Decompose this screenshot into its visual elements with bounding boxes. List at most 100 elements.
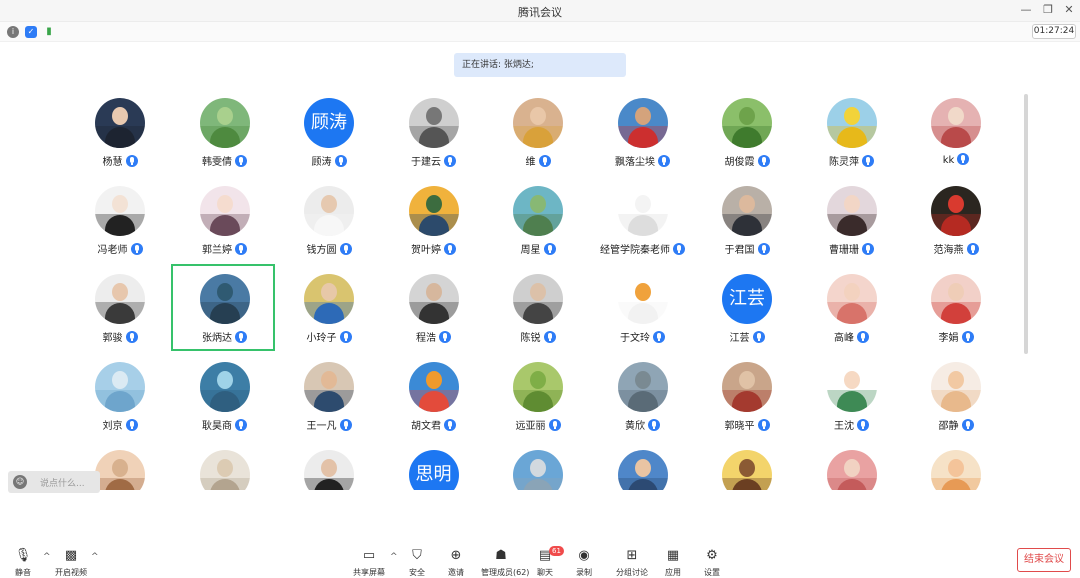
participant-name: 郭骏 [68,329,172,344]
avatar [826,186,877,236]
participant-tile[interactable]: 经管学院秦老师 [591,178,695,265]
participant-tile[interactable]: 陈灵萍 [800,90,904,177]
participant-tile[interactable]: 江芸 江芸 [695,266,799,353]
security-label: 安全 [409,568,425,577]
security-button[interactable]: ⛉ 安全 [397,548,437,577]
record-button[interactable]: ◉ 录制 [564,548,604,577]
participant-tile[interactable]: 陈锐 [486,266,590,353]
participant-tile[interactable]: 杨慧 [68,90,172,177]
participant-name-text: 邵静 [938,421,959,432]
participant-tile[interactable]: 顾涛 顾涛 [277,90,381,177]
participant-name: 杨慧 [68,153,172,168]
avatar [95,362,145,412]
participant-tile[interactable] [277,442,381,490]
participant-name-text: 王沈 [834,421,854,432]
end-meeting-button[interactable]: 结束会议 [1017,548,1071,572]
participant-tile[interactable]: 飘落尘埃 [591,90,695,177]
participant-tile[interactable]: 胡俊霞 [695,90,799,177]
participant-tile[interactable]: 郭骏 [68,266,172,353]
participant-tile[interactable]: 程浩 [382,266,486,353]
meeting-timer: 01:27:24 [1032,24,1076,39]
participant-tile[interactable] [695,442,799,490]
participant-tile[interactable]: 钱方圆 [277,178,381,265]
breakout-button[interactable]: ⊞ 分组讨论 [612,548,652,577]
security-shield-icon: ⛉ [412,548,422,563]
members-button[interactable]: ☗ 管理成员(62) [481,548,529,577]
participant-tile[interactable]: 远亚丽 [486,354,590,441]
share-screen-button[interactable]: ▭ 共享屏幕 [349,548,389,577]
chat-quick-input[interactable]: ☺ 说点什么... [8,471,100,493]
participant-tile[interactable]: 于建云 [382,90,486,177]
participant-tile[interactable]: 郭兰婷 [173,178,277,265]
microphone-icon [957,153,970,165]
participant-tile[interactable]: 小玲子 [277,266,381,353]
participant-tile[interactable]: 邵静 [904,354,1008,441]
mute-button[interactable]: 🎙 静音 [3,548,43,577]
apps-button[interactable]: ▦ 应用 [653,548,693,577]
participant-tile[interactable]: 李娟 [904,266,1008,353]
grid-scrollbar[interactable] [1024,94,1028,354]
avatar [513,274,563,324]
participant-tile[interactable] [173,442,277,490]
avatar [826,274,877,324]
participant-tile[interactable]: 贺叶婷 [382,178,486,265]
participant-tile[interactable]: 胡文君 [382,354,486,441]
camera-off-icon: ▩ [64,548,78,563]
video-chevron-icon[interactable]: ^ [91,552,99,562]
participant-name: 程浩 [382,329,486,344]
avatar [826,450,877,490]
participant-tile[interactable]: 耿昊商 [173,354,277,441]
participant-tile[interactable]: 郭晓平 [695,354,799,441]
participant-name: 王一凡 [277,417,381,432]
mute-chevron-icon[interactable]: ^ [43,552,51,562]
microphone-icon [235,155,247,167]
avatar: 江芸 [722,274,772,324]
participant-name-text: 曹珊珊 [829,245,859,256]
settings-button[interactable]: ⚙ 设置 [692,548,732,577]
participant-tile[interactable]: 于文玲 [591,266,695,353]
participant-name: 贺叶婷 [382,241,486,256]
microphone-icon [648,419,660,431]
participant-tile[interactable]: 韩雯倩 [173,90,277,177]
participant-name-text: 范海燕 [933,245,964,256]
invite-label: 邀请 [448,568,464,577]
participant-tile[interactable]: 范海燕 [904,178,1008,265]
participant-tile[interactable]: 思明思明 [382,442,486,490]
signal-icon[interactable]: ▮ [43,26,55,38]
video-button[interactable]: ▩ 开启视频 [51,548,91,577]
invite-button[interactable]: ⊕ 邀请 [436,548,476,577]
participant-tile[interactable]: 维 [486,90,590,177]
participant-tile[interactable]: 曹珊珊 [800,178,904,265]
participant-tile[interactable]: 周星 [486,178,590,265]
restore-icon[interactable]: ❐ [1040,2,1056,18]
avatar [931,450,981,490]
participant-tile[interactable] [486,442,590,490]
avatar [617,362,668,412]
minimize-icon[interactable]: — [1018,2,1034,18]
participant-name: 冯老师 [68,241,172,256]
participant-name-text: 于建云 [411,157,441,168]
participant-tile[interactable] [904,442,1008,490]
participant-tile[interactable]: 王一凡 [277,354,381,441]
participant-tile[interactable]: kk [904,90,1008,177]
participant-name: 耿昊商 [173,417,277,432]
avatar: 思明 [408,450,459,490]
shield-icon[interactable]: ✓ [25,26,37,38]
close-icon[interactable]: ✕ [1061,2,1077,18]
participant-tile[interactable]: 冯老师 [68,178,172,265]
participant-tile[interactable]: 刘京 [68,354,172,441]
participant-name: 胡文君 [382,417,486,432]
participant-tile[interactable]: 王沈 [800,354,904,441]
participant-tile[interactable] [591,442,695,490]
participant-name-text: 张炳达 [202,333,232,344]
microphone-icon [757,243,770,255]
chat-button[interactable]: ▤ 61 聊天 [525,546,565,577]
participant-tile[interactable]: 于君国 [695,178,799,265]
avatar [199,186,250,236]
participant-tile[interactable] [800,442,904,490]
participant-tile[interactable]: 张炳达 [170,264,275,351]
info-icon[interactable]: i [7,26,19,38]
apps-label: 应用 [665,568,681,577]
participant-tile[interactable]: 高峰 [800,266,904,353]
participant-tile[interactable]: 黄欣 [591,354,695,441]
